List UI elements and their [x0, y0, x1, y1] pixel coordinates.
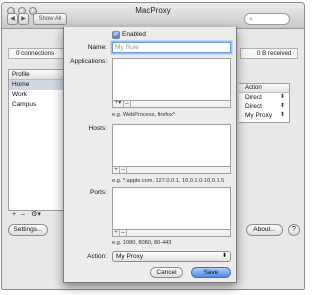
enabled-label: Enabled	[122, 31, 146, 38]
search-field[interactable]: ⌕	[244, 13, 290, 25]
rule-row[interactable]: Direct ⬍	[239, 102, 289, 111]
remove-port-button[interactable]: –	[120, 229, 127, 236]
enabled-checkbox[interactable]: ✓	[112, 31, 120, 39]
remove-profile-button[interactable]: –	[19, 210, 27, 220]
profile-button-bar: + – ⚙▾	[8, 210, 64, 220]
ports-label: Ports:	[90, 189, 107, 196]
applications-label: Applications:	[70, 58, 107, 65]
add-host-button[interactable]: +	[113, 166, 120, 173]
rules-table[interactable]: Action Direct ⬍ Direct ⬍ My Proxy ⬍	[239, 83, 290, 123]
back-button[interactable]: ◀	[7, 13, 18, 25]
popup-arrows-icon[interactable]: ⬍	[280, 102, 285, 111]
settings-button[interactable]: Settings...	[8, 224, 48, 236]
add-profile-button[interactable]: +	[10, 210, 18, 220]
popup-arrows-icon: ⬍	[221, 253, 227, 259]
rule-action: Direct	[245, 103, 262, 110]
ports-list-bar: + –	[112, 229, 231, 237]
popup-arrows-icon[interactable]: ⬍	[280, 111, 285, 120]
ports-list[interactable]	[112, 187, 231, 230]
save-button[interactable]: Save	[191, 267, 231, 278]
rule-editor-sheet: ✓ Enabled Name: My Rule Applications: +▾…	[63, 27, 237, 283]
cancel-button[interactable]: Cancel	[150, 267, 183, 278]
about-button[interactable]: About...	[246, 224, 283, 236]
connections-count: 0 connections	[16, 50, 55, 57]
rule-action: Direct	[245, 94, 262, 101]
name-label: Name:	[87, 44, 107, 51]
hosts-list[interactable]	[112, 124, 231, 167]
hosts-hint: e.g. *.apple.com, 127.0.0.1, 10.0.1.0-10…	[112, 178, 225, 184]
add-port-button[interactable]: +	[113, 229, 120, 236]
help-button[interactable]: ?	[288, 224, 300, 236]
profile-item-campus[interactable]: Campus	[9, 100, 63, 110]
profile-list[interactable]: Profile Home Work Campus	[8, 69, 64, 211]
remove-application-button[interactable]: –	[124, 100, 131, 107]
name-field[interactable]: My Rule	[112, 42, 231, 53]
add-application-button[interactable]: +▾	[113, 100, 124, 107]
profile-column-header[interactable]: Profile	[9, 70, 63, 80]
applications-list[interactable]	[112, 58, 231, 101]
profile-item-home[interactable]: Home	[9, 80, 63, 90]
applications-list-bar: +▾ –	[112, 100, 231, 108]
received-count: 0 B received	[257, 50, 292, 57]
profile-item-work[interactable]: Work	[9, 90, 63, 100]
applications-hint: e.g. WebProcess, firefox*	[112, 112, 176, 118]
search-icon: ⌕	[249, 16, 253, 23]
show-all-button[interactable]: Show All	[33, 13, 67, 25]
remove-host-button[interactable]: –	[120, 166, 127, 173]
ports-hint: e.g. 1080, 8080, 80-443	[112, 240, 172, 246]
rule-action: My Proxy	[245, 112, 273, 119]
rule-row[interactable]: My Proxy ⬍	[239, 111, 289, 120]
action-label: Action:	[87, 253, 107, 260]
dropdown-icon: ▾	[118, 100, 122, 106]
forward-button[interactable]: ▶	[18, 13, 29, 25]
action-popup[interactable]: My Proxy ⬍	[112, 251, 231, 262]
action-value: My Proxy	[116, 253, 144, 260]
rule-row[interactable]: Direct ⬍	[239, 93, 289, 102]
hosts-list-bar: + –	[112, 166, 231, 174]
profile-gear-button[interactable]: ⚙▾	[29, 210, 43, 220]
action-column-header[interactable]: Action	[239, 84, 289, 93]
popup-arrows-icon[interactable]: ⬍	[280, 93, 285, 102]
title-bar: MacProxy ◀ ▶ Show All ⌕	[2, 3, 304, 29]
hosts-label: Hosts:	[88, 125, 107, 132]
